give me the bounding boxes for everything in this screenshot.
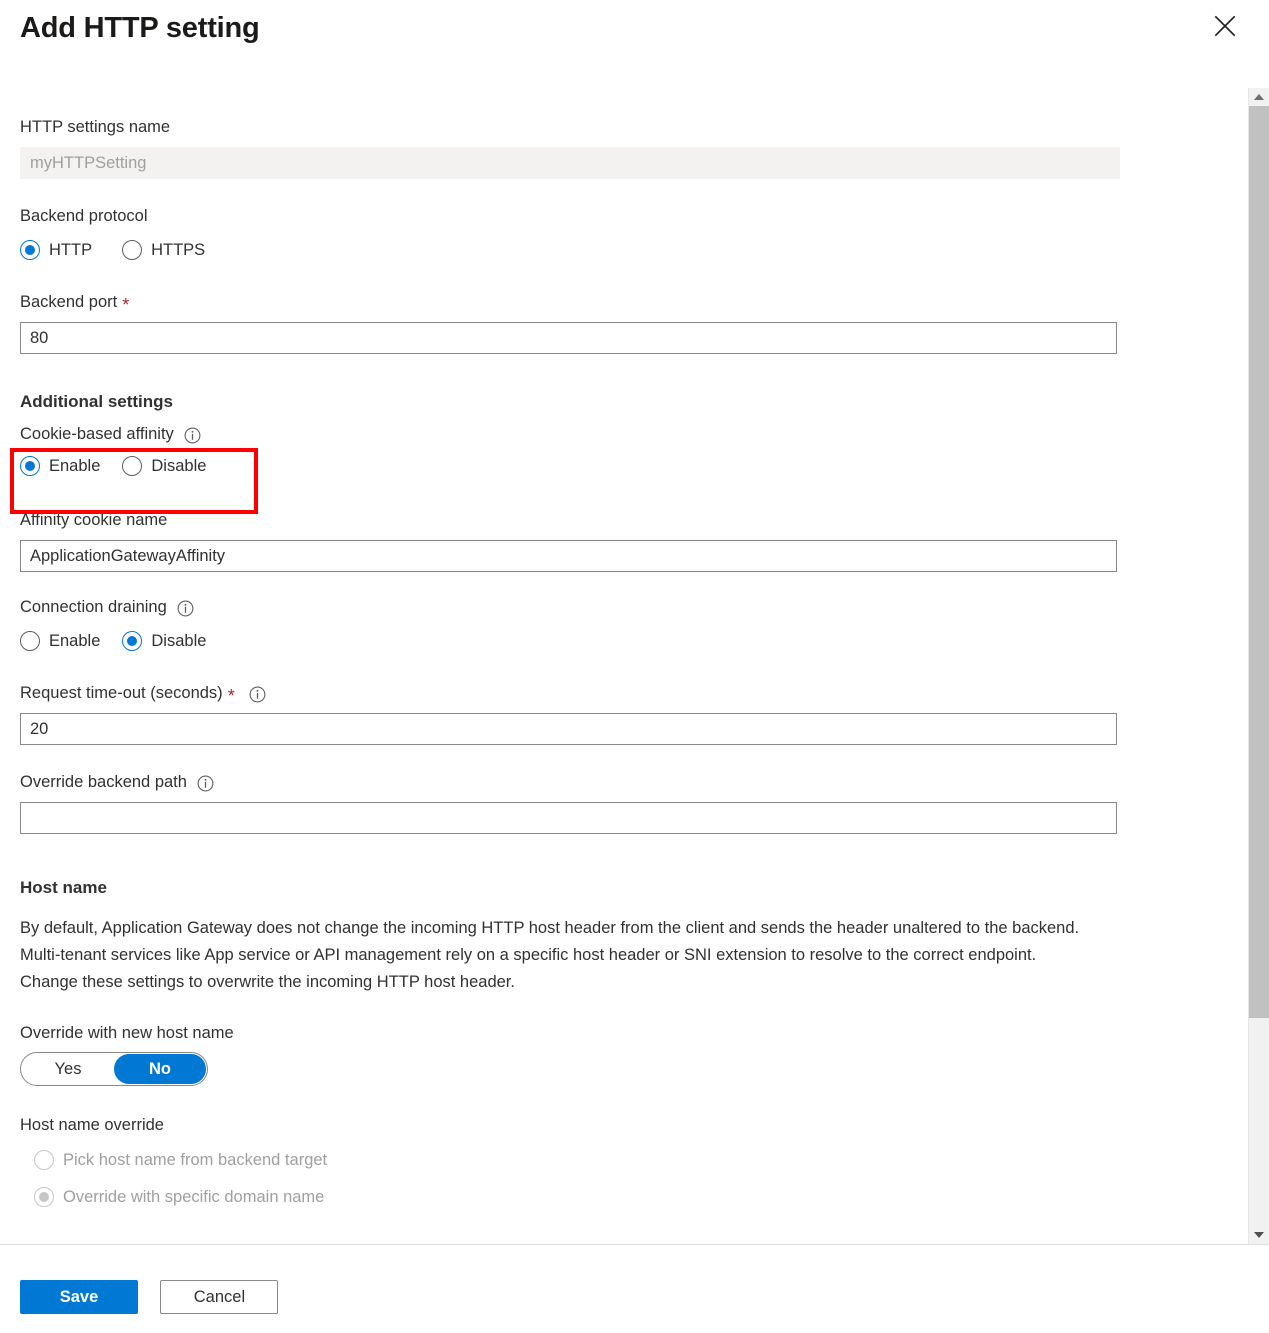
- info-icon[interactable]: [177, 600, 194, 617]
- blade-scroll-area: HTTP settings name Backend protocol HTTP…: [0, 70, 1248, 1244]
- radio-label: Enable: [49, 456, 101, 475]
- form-content: HTTP settings name Backend protocol HTTP…: [20, 70, 1120, 1244]
- field-connection-draining: Connection draining Enable Disable: [20, 596, 1120, 656]
- backend-port-label: Backend port *: [20, 293, 130, 315]
- request-timeout-input[interactable]: [20, 713, 1117, 745]
- radio-indicator: [122, 240, 143, 260]
- radio-indicator: [20, 456, 40, 476]
- radio-option: Pick host name from backend target: [34, 1150, 327, 1170]
- cookie-based-affinity-radio-group: Enable Disable: [20, 451, 1120, 481]
- backend-port-input[interactable]: [20, 322, 1117, 354]
- radio-host-name-override-specific-domain: Override with specific domain name: [20, 1182, 1120, 1212]
- request-timeout-label: Request time-out (seconds) *: [20, 682, 1120, 706]
- chevron-up-icon: [1254, 94, 1264, 100]
- radio-cookie-affinity-enable[interactable]: Enable: [20, 456, 100, 476]
- host-name-heading: Host name: [20, 878, 107, 897]
- footer-actions: Save Cancel: [20, 1280, 279, 1314]
- radio-backend-protocol-http[interactable]: HTTP: [20, 240, 92, 260]
- override-backend-path-input[interactable]: [20, 802, 1117, 834]
- http-settings-name-input[interactable]: [20, 147, 1120, 179]
- connection-draining-radio-group: Enable Disable: [20, 626, 1120, 656]
- connection-draining-label: Connection draining: [20, 596, 1120, 618]
- http-settings-name-label: HTTP settings name: [20, 118, 171, 136]
- radio-indicator: [34, 1150, 54, 1170]
- toggle-option-yes[interactable]: Yes: [22, 1054, 114, 1084]
- backend-protocol-radio-group: HTTP HTTPS: [20, 235, 1120, 265]
- field-override-with-new-host-name: Override with new host name Yes No: [20, 1022, 1120, 1086]
- radio-label: HTTP: [49, 240, 93, 259]
- scrollbar-thumb[interactable]: [1249, 106, 1269, 1018]
- scrollbar-up-button[interactable]: [1249, 88, 1269, 106]
- host-name-override-label: Host name override: [20, 1116, 164, 1134]
- toggle-option-no[interactable]: No: [114, 1054, 206, 1084]
- vertical-scrollbar[interactable]: [1248, 88, 1269, 1244]
- affinity-cookie-name-label: Affinity cookie name: [20, 511, 168, 529]
- field-override-backend-path: Override backend path: [20, 771, 1120, 834]
- close-icon: [1214, 15, 1236, 37]
- required-marker: *: [227, 686, 235, 706]
- radio-label: Pick host name from backend target: [63, 1150, 328, 1169]
- field-cookie-based-affinity: Cookie-based affinity Enable Disable: [20, 423, 1120, 481]
- override-host-name-toggle[interactable]: Yes No: [20, 1052, 208, 1086]
- close-button[interactable]: [1209, 10, 1241, 42]
- radio-connection-draining-disable[interactable]: Disable: [122, 631, 206, 651]
- affinity-cookie-name-input[interactable]: [20, 540, 1117, 572]
- override-backend-path-label: Override backend path: [20, 771, 1120, 793]
- radio-indicator: [122, 456, 143, 476]
- radio-label: Enable: [49, 631, 101, 650]
- radio-host-name-override-pick-from-backend: Pick host name from backend target: [20, 1145, 1120, 1175]
- required-marker: *: [122, 295, 130, 315]
- radio-indicator: [20, 240, 40, 260]
- field-backend-port: Backend port *: [20, 291, 1120, 354]
- radio-option: Override with specific domain name: [34, 1187, 324, 1207]
- footer-divider: [0, 1244, 1269, 1245]
- field-backend-protocol: Backend protocol HTTP HTTPS: [20, 205, 1120, 265]
- backend-protocol-label: Backend protocol: [20, 207, 148, 225]
- field-host-name-override: Host name override Pick host name from b…: [20, 1114, 1120, 1212]
- radio-backend-protocol-https[interactable]: HTTPS: [122, 240, 205, 260]
- info-icon[interactable]: [197, 775, 214, 792]
- cookie-based-affinity-label: Cookie-based affinity: [20, 423, 1120, 445]
- page-title: Add HTTP setting: [20, 12, 260, 44]
- radio-label: HTTPS: [151, 240, 206, 259]
- field-request-timeout: Request time-out (seconds) *: [20, 682, 1120, 745]
- scrollbar-down-button[interactable]: [1249, 1226, 1269, 1244]
- field-http-settings-name: HTTP settings name: [20, 116, 1120, 179]
- blade-header: Add HTTP setting: [0, 0, 1269, 70]
- radio-indicator: [122, 631, 143, 651]
- radio-label: Override with specific domain name: [63, 1187, 325, 1206]
- chevron-down-icon: [1254, 1232, 1264, 1238]
- radio-indicator: [34, 1187, 54, 1207]
- info-icon[interactable]: [184, 427, 201, 444]
- override-with-new-host-name-label: Override with new host name: [20, 1024, 234, 1042]
- cancel-button[interactable]: Cancel: [160, 1280, 279, 1314]
- radio-connection-draining-enable[interactable]: Enable: [20, 631, 100, 651]
- host-name-description: By default, Application Gateway does not…: [20, 919, 1080, 991]
- radio-label: Disable: [151, 631, 207, 650]
- field-affinity-cookie-name: Affinity cookie name: [20, 509, 1120, 572]
- radio-indicator: [20, 631, 40, 651]
- save-button[interactable]: Save: [20, 1280, 138, 1314]
- radio-cookie-affinity-disable[interactable]: Disable: [122, 456, 206, 476]
- additional-settings-heading: Additional settings: [20, 392, 173, 411]
- info-icon[interactable]: [249, 686, 266, 703]
- radio-label: Disable: [151, 456, 207, 475]
